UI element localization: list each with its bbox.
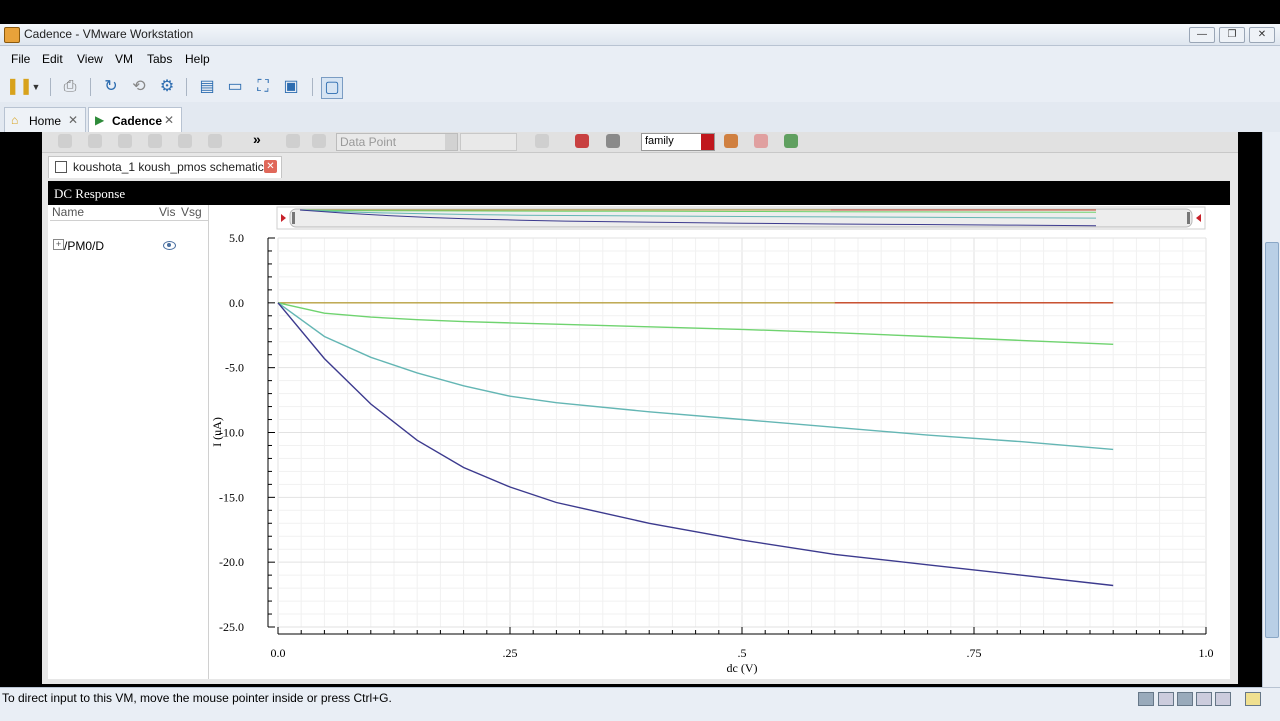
usb-icon[interactable] [1196,692,1212,706]
overview-strip[interactable] [276,206,1206,230]
y-axis-label: I (uA) [210,417,224,447]
sound-icon[interactable] [1215,692,1231,706]
cd-drive-icon[interactable] [1158,692,1174,706]
status-text: To direct input to this VM, move the mou… [2,691,392,705]
hard-disk-icon[interactable] [1138,692,1154,706]
x-tick-label: .5 [738,646,747,660]
overview-left-handle[interactable] [292,212,295,224]
y-tick-label: -15.0 [219,490,244,504]
y-tick-label: -5.0 [225,361,244,375]
x-tick-label: .75 [967,646,982,660]
y-tick-label: -25.0 [219,620,244,634]
x-axis-label: dc (V) [727,661,758,675]
dc-response-chart[interactable]: 5.00.0-5.0-10.0-15.0-20.0-25.00.0.25.5.7… [0,0,1280,720]
network-icon[interactable] [1177,692,1193,706]
message-icon[interactable] [1245,692,1261,706]
y-tick-label: 0.0 [229,296,244,310]
status-bar: To direct input to this VM, move the mou… [0,687,1280,721]
x-tick-label: .25 [503,646,518,660]
y-tick-label: -20.0 [219,555,244,569]
x-tick-label: 1.0 [1199,646,1214,660]
x-tick-label: 0.0 [271,646,286,660]
overview-right-handle[interactable] [1187,212,1190,224]
y-tick-label: 5.0 [229,231,244,245]
